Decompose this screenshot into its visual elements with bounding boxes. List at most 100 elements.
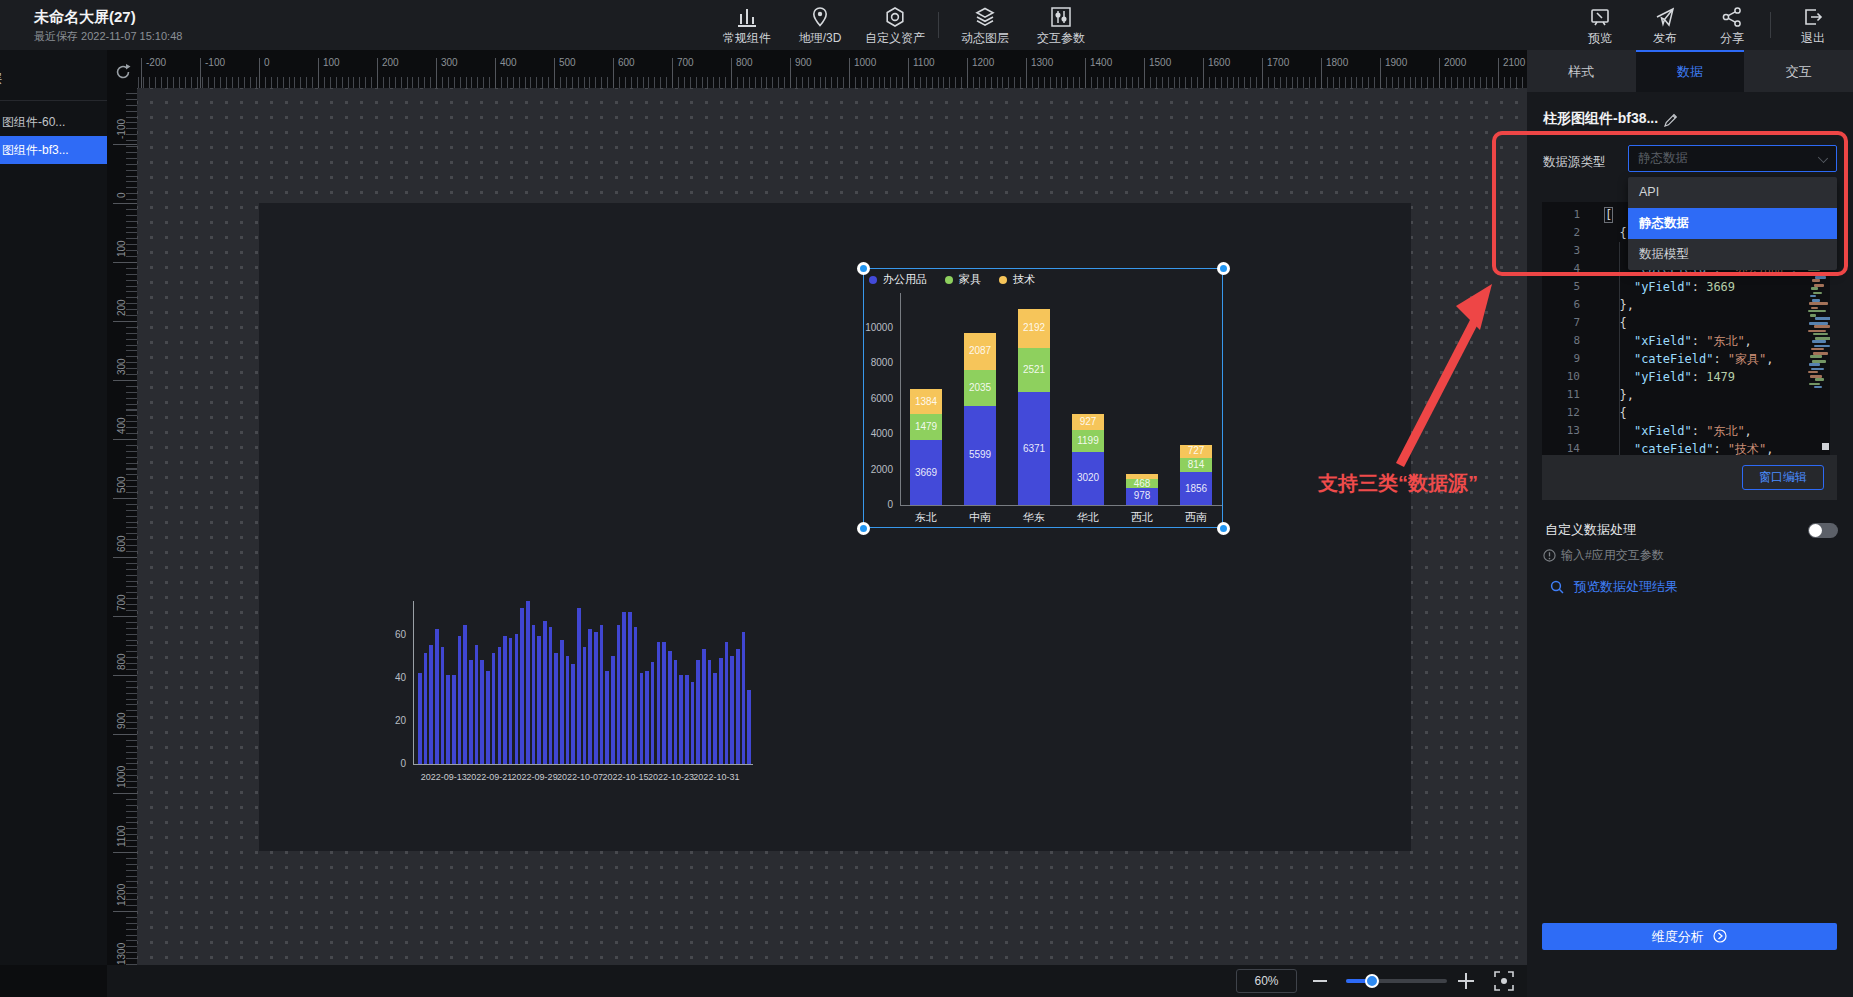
minimap-mark: [1811, 287, 1818, 290]
tool-geo3d[interactable]: 地理/3D: [785, 4, 855, 48]
ruler-label: 1800: [1326, 57, 1348, 68]
dimension-analysis-button[interactable]: 维度分析: [1542, 923, 1837, 950]
date-bar: [588, 629, 592, 764]
ruler-tick: [113, 734, 137, 735]
date-bar: [696, 660, 700, 764]
menu-option-model[interactable]: 数据模型: [1628, 239, 1837, 270]
top-bar: 未命名大屏(27) 最近保存 2022-11-07 15:10:48 常规组件 …: [0, 0, 1853, 50]
code-line: 7 {: [1542, 314, 1830, 332]
window-edit-button[interactable]: 窗口编辑: [1742, 465, 1824, 490]
minimap-mark: [1814, 325, 1830, 328]
tool-custom-assets[interactable]: 自定义资产: [860, 4, 930, 48]
date-bar: [537, 636, 541, 764]
action-share[interactable]: 分享: [1697, 4, 1767, 48]
action-preview[interactable]: 预览: [1565, 4, 1635, 48]
action-label: 退出: [1778, 30, 1848, 46]
layer-list: 图组件-60... 图组件-bf3...: [0, 108, 107, 164]
tab-style[interactable]: 样式: [1527, 50, 1636, 92]
ruler-label: 2100: [1503, 57, 1525, 68]
editor-resize-grip[interactable]: [1822, 443, 1829, 450]
ruler-label: 1500: [1149, 57, 1171, 68]
tool-dynamic-layers[interactable]: 动态图层: [950, 4, 1020, 48]
tab-data[interactable]: 数据: [1636, 50, 1745, 92]
selection-handle[interactable]: [1217, 522, 1230, 535]
fit-screen-icon[interactable]: [1493, 970, 1515, 992]
code-line: 9 "cateField": "家具",: [1542, 350, 1830, 368]
ruler-tick: [1203, 58, 1204, 88]
date-bar: [498, 647, 502, 764]
datasource-select-value: 静态数据: [1638, 151, 1688, 165]
minimap-mark: [1811, 307, 1818, 310]
tab-interaction[interactable]: 交互: [1744, 50, 1853, 92]
ruler-label: 700: [677, 57, 694, 68]
action-exit[interactable]: 退出: [1778, 4, 1848, 48]
zoom-out-button[interactable]: [1313, 980, 1327, 982]
layer-item[interactable]: 图组件-60...: [0, 108, 107, 136]
selection-handle[interactable]: [857, 522, 870, 535]
minimap-mark: [1809, 302, 1828, 305]
rotate-icon[interactable]: [113, 62, 133, 82]
minimap-mark: [1815, 317, 1830, 320]
editor-canvas[interactable]: 办公用品家具技术02000400060008000100003669147913…: [137, 88, 1527, 965]
screen-title: 未命名大屏(27): [34, 8, 136, 27]
ruler-tick: [113, 321, 137, 322]
zoom-in-button-bar: [1465, 973, 1467, 989]
x-date-label: 2022-09-13: [421, 772, 465, 782]
artboard[interactable]: 办公用品家具技术02000400060008000100003669147913…: [259, 203, 1411, 851]
ruler-label: 300: [116, 358, 127, 375]
menu-option-static[interactable]: 静态数据: [1628, 208, 1837, 239]
action-label: 预览: [1565, 30, 1635, 46]
ruler-tick: [731, 58, 732, 88]
tool-interaction-params[interactable]: 交互参数: [1026, 4, 1096, 48]
ruler-tick: [113, 498, 137, 499]
date-bar: [594, 632, 598, 764]
zoom-level-box[interactable]: 60%: [1236, 969, 1297, 993]
x-date-label: 2022-10-23: [648, 772, 692, 782]
minimap-mark: [1815, 378, 1824, 381]
layer-item-selected[interactable]: 图组件-bf3...: [0, 136, 107, 164]
ruler-label: 1100: [913, 57, 935, 68]
edit-pencil-icon[interactable]: [1663, 112, 1679, 128]
date-bar: [554, 653, 558, 764]
custom-processing-toggle[interactable]: [1808, 523, 1838, 538]
preview-result-link[interactable]: 预览数据处理结果: [1550, 578, 1678, 596]
status-bar: 60%: [107, 965, 1527, 997]
date-bar: [668, 651, 672, 764]
sliders-icon: [1026, 4, 1096, 30]
date-bar: [560, 640, 564, 764]
date-bar: [600, 625, 604, 764]
y-axis-line: [413, 601, 414, 764]
date-bar: [645, 671, 649, 764]
selection-handle[interactable]: [1217, 262, 1230, 275]
ruler-tick: [967, 58, 968, 88]
ruler-label: -100: [205, 57, 225, 68]
datasource-select[interactable]: 静态数据: [1628, 145, 1837, 172]
stacked-bar-chart[interactable]: [863, 268, 1223, 528]
code-line: 5 "yField": 3669: [1542, 278, 1830, 296]
date-bar: [446, 675, 450, 764]
chevron-down-icon: [1818, 153, 1828, 163]
date-bar: [651, 662, 655, 764]
minimap-mark: [1812, 279, 1820, 282]
date-bar: [640, 673, 644, 764]
ruler-tick: [141, 58, 142, 88]
date-bar: [577, 608, 581, 764]
horizontal-ruler: -200-10001002003004005006007008009001000…: [137, 50, 1527, 88]
x-date-label: 2022-10-15: [602, 772, 646, 782]
selection-handle[interactable]: [857, 262, 870, 275]
layers-header-partial: 图层: [0, 70, 2, 88]
zoom-slider-knob[interactable]: [1365, 974, 1379, 988]
ruler-label: 1700: [1267, 57, 1289, 68]
ruler-label: 1400: [1090, 57, 1112, 68]
date-bar: [543, 621, 547, 764]
minimap-mark: [1813, 292, 1822, 295]
x-date-label: 2022-09-29: [512, 772, 556, 782]
ruler-label: 500: [559, 57, 576, 68]
menu-option-api[interactable]: API: [1628, 177, 1837, 208]
date-bar: [424, 653, 428, 764]
ruler-tick: [1026, 58, 1027, 88]
preview-icon: [1565, 4, 1635, 30]
action-publish[interactable]: 发布: [1630, 4, 1700, 48]
tool-components[interactable]: 常规组件: [712, 4, 782, 48]
y-tick-label: 20: [368, 715, 406, 726]
